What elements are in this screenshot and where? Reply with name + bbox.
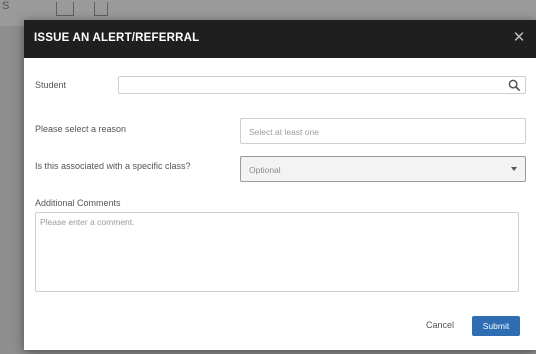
student-search-input[interactable] (118, 76, 526, 94)
comment-placeholder: Please enter a comment. (40, 217, 135, 227)
chevron-down-icon (511, 167, 517, 171)
cancel-button[interactable]: Cancel (426, 320, 454, 330)
search-icon[interactable] (508, 79, 521, 92)
reason-label: Please select a reason (35, 124, 127, 134)
class-select[interactable]: Optional (240, 156, 526, 182)
comment-textarea[interactable]: Please enter a comment. (35, 212, 519, 292)
background-calendar-icon (94, 2, 108, 16)
modal-header: ISSUE AN ALERT/REFERRAL ✕ (24, 20, 536, 58)
student-label: Student (35, 80, 67, 90)
class-selected-value: Optional (249, 165, 281, 175)
submit-button[interactable]: Submit (472, 316, 520, 336)
background-mail-icon (56, 2, 74, 16)
class-label: Is this associated with a specific class… (35, 161, 191, 171)
reason-placeholder: Select at least one (249, 127, 319, 137)
background-text-fragment: S (2, 0, 10, 12)
modal-title: ISSUE AN ALERT/REFERRAL (34, 32, 200, 44)
alert-referral-modal: ISSUE AN ALERT/REFERRAL ✕ Student Please… (24, 20, 536, 350)
close-icon[interactable]: ✕ (510, 29, 528, 47)
comments-label: Additional Comments (35, 198, 121, 208)
reason-multiselect[interactable]: Select at least one (240, 118, 526, 144)
